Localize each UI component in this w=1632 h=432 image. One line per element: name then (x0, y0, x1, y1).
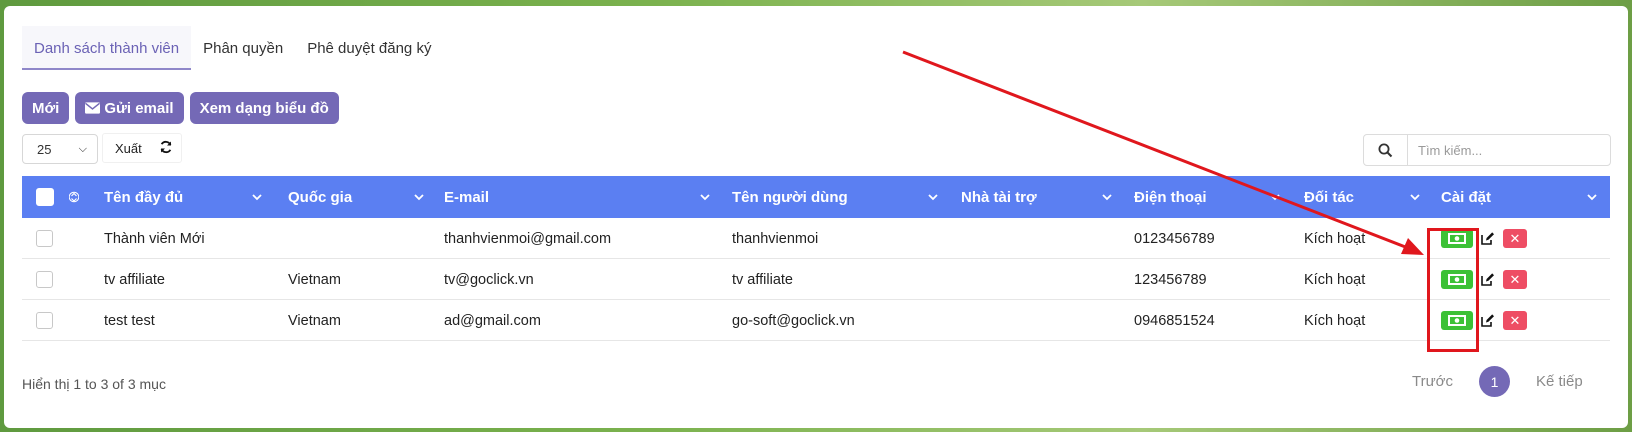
column-label: Nhà tài trợ (961, 188, 1037, 206)
column-header-sponsor[interactable]: Nhà tài trợ (961, 176, 1037, 218)
column-label: Quốc gia (288, 188, 353, 206)
cell-phone: 123456789 (1134, 271, 1207, 288)
chevron-down-icon: ⌵ (78, 142, 87, 155)
cell-username: tv affiliate (732, 271, 793, 288)
cell-fullname: test test (104, 312, 155, 329)
column-header-phone[interactable]: Điện thoại (1134, 176, 1207, 218)
close-icon: ✕ (1503, 311, 1527, 330)
members-table: Tên đầy đủ Quốc gia E-mail Tên người dùn… (22, 176, 1610, 341)
new-button[interactable]: Mới (22, 92, 70, 124)
chevron-down-icon[interactable] (928, 176, 938, 218)
row-checkbox[interactable] (36, 271, 53, 288)
cell-fullname: tv affiliate (104, 271, 165, 288)
cell-email: thanhvienmoi@gmail.com (444, 230, 612, 247)
chevron-down-icon[interactable] (1587, 176, 1597, 218)
table-info: Hiển thị 1 to 3 of 3 mục (22, 376, 166, 392)
column-header-partner[interactable]: Đối tác (1304, 176, 1354, 218)
chevron-down-icon[interactable] (252, 176, 262, 218)
chevron-down-icon[interactable] (1410, 176, 1420, 218)
cell-email: tv@goclick.vn (444, 271, 534, 288)
previous-page-button[interactable]: Trước (1406, 373, 1459, 390)
column-label: Tên người dùng (732, 188, 848, 206)
search-box (1363, 134, 1611, 166)
row-checkbox[interactable] (36, 312, 53, 329)
close-icon: ✕ (1503, 270, 1527, 289)
cell-phone: 0123456789 (1134, 230, 1215, 247)
tab-registration-approval[interactable]: Phê duyệt đăng ký (295, 26, 443, 70)
column-header-fullname[interactable]: Tên đầy đủ (104, 176, 183, 218)
edit-icon[interactable] (1480, 218, 1495, 259)
cell-partner: Kích hoạt (1304, 230, 1366, 247)
column-header-settings[interactable]: Cài đặt (1441, 176, 1491, 218)
export-button[interactable]: Xuất (103, 141, 155, 156)
envelope-icon (85, 102, 101, 114)
toolbar: Mới Gửi email Xem dạng biểu đồ (22, 92, 339, 124)
cell-country: Vietnam (288, 271, 341, 288)
send-email-button[interactable]: Gửi email (75, 92, 184, 124)
column-header-email[interactable]: E-mail (444, 176, 489, 218)
table-header: Tên đầy đủ Quốc gia E-mail Tên người dùn… (22, 176, 1610, 218)
column-label: Đối tác (1304, 188, 1355, 206)
column-label: Cài đặt (1441, 188, 1492, 206)
chevron-down-icon[interactable] (700, 176, 710, 218)
delete-button[interactable]: ✕ (1503, 259, 1527, 300)
cell-username: thanhvienmoi (732, 230, 819, 247)
search-icon[interactable] (1364, 135, 1408, 165)
column-label: Điện thoại (1134, 188, 1207, 206)
search-input[interactable] (1408, 142, 1598, 158)
column-label: Tên đầy đủ (104, 188, 184, 206)
table-row: tv affiliate Vietnam tv@goclick.vn tv af… (22, 259, 1610, 300)
send-email-label: Gửi email (104, 99, 174, 117)
close-icon: ✕ (1503, 229, 1527, 248)
cell-country: Vietnam (288, 312, 341, 329)
chevron-down-icon[interactable] (1102, 176, 1112, 218)
cell-email: ad@gmail.com (444, 312, 541, 329)
chart-view-button[interactable]: Xem dạng biểu đồ (189, 92, 339, 124)
delete-button[interactable]: ✕ (1503, 300, 1527, 341)
table-row: test test Vietnam ad@gmail.com go-soft@g… (22, 300, 1610, 341)
row-checkbox[interactable] (36, 230, 53, 247)
page-button-current[interactable]: 1 (1478, 366, 1510, 397)
chevron-down-icon[interactable] (414, 176, 424, 218)
cell-partner: Kích hoạt (1304, 312, 1366, 329)
page-size-select[interactable]: 25 ⌵ (22, 134, 98, 164)
delete-button[interactable]: ✕ (1503, 218, 1527, 259)
column-header-country[interactable]: Quốc gia (288, 176, 352, 218)
cell-username: go-soft@goclick.vn (732, 312, 855, 329)
table-row: Thành viên Mới thanhvienmoi@gmail.com th… (22, 218, 1610, 259)
select-all-checkbox[interactable] (36, 188, 54, 206)
annotation-highlight-box (1427, 228, 1479, 352)
chevron-down-icon[interactable] (1270, 176, 1280, 218)
tab-member-list[interactable]: Danh sách thành viên (22, 26, 192, 70)
tab-permissions[interactable]: Phân quyền (191, 26, 295, 70)
page-size-value: 25 (37, 141, 52, 157)
export-group: Xuất (102, 133, 182, 163)
refresh-icon[interactable] (155, 140, 173, 157)
column-label: E-mail (444, 188, 490, 206)
cell-fullname: Thành viên Mới (104, 230, 205, 247)
sort-icon[interactable] (69, 176, 79, 218)
next-page-button[interactable]: Kế tiếp (1530, 373, 1589, 390)
pagination: Trước 1 Kế tiếp (1406, 366, 1589, 397)
edit-icon[interactable] (1480, 259, 1495, 300)
select-all-cell (36, 176, 54, 218)
column-header-username[interactable]: Tên người dùng (732, 176, 848, 218)
tab-bar: Danh sách thành viên Phân quyền Phê duyệ… (22, 26, 443, 70)
cell-partner: Kích hoạt (1304, 271, 1366, 288)
cell-phone: 0946851524 (1134, 312, 1215, 329)
edit-icon[interactable] (1480, 300, 1495, 341)
